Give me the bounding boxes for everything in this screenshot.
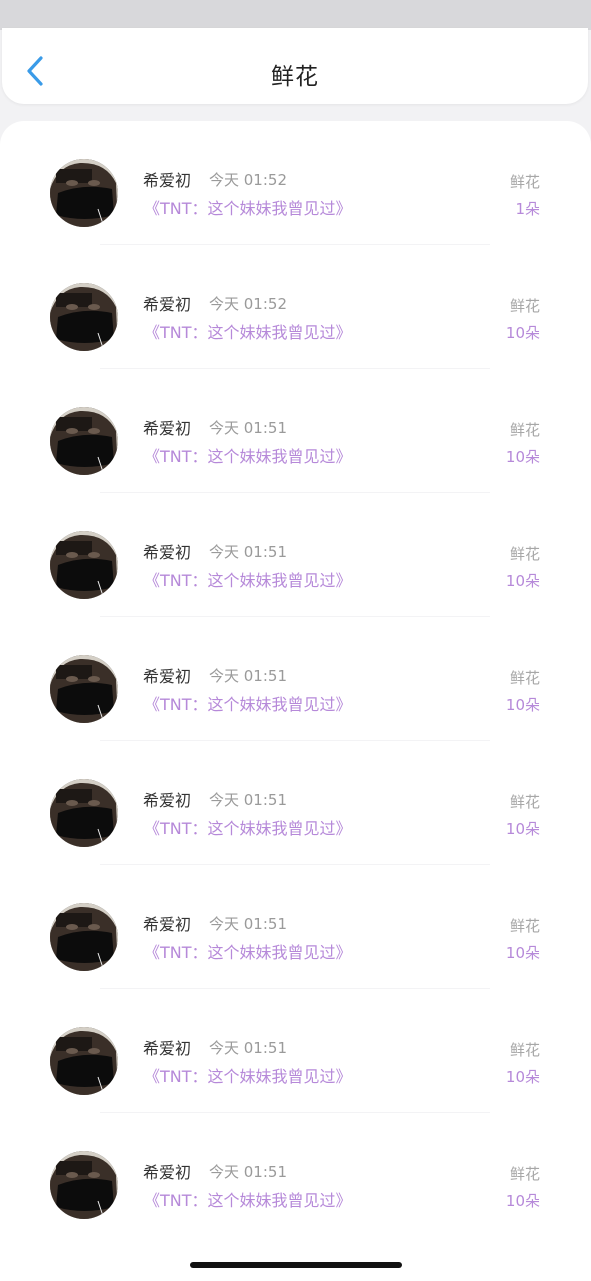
avatar[interactable] [50,1027,118,1095]
flower-count: 10朵 [505,696,540,714]
flower-count: 10朵 [505,572,540,590]
user-name: 希爱初 [143,1163,192,1182]
gift-type-label: 鲜花 [509,793,540,811]
book-link[interactable]: 《TNT：这个妹妹我曾见过》 [144,1191,352,1211]
timestamp: 今天 01:51 [209,1163,287,1181]
avatar[interactable] [50,159,118,227]
list-item: 希爱初 今天 01:51 《TNT：这个妹妹我曾见过》 鲜花 10朵 [0,989,591,1113]
flower-count: 1朵 [515,200,540,218]
page-title: 鲜花 [271,64,319,90]
user-name: 希爱初 [143,295,192,314]
status-bar [0,0,591,30]
gift-type-label: 鲜花 [509,1041,540,1059]
user-name: 希爱初 [143,171,192,190]
gift-type-label: 鲜花 [509,917,540,935]
user-name: 希爱初 [143,791,192,810]
avatar[interactable] [50,1151,118,1219]
home-indicator[interactable] [190,1262,402,1268]
timestamp: 今天 01:51 [209,419,287,437]
avatar[interactable] [50,903,118,971]
user-name: 希爱初 [143,543,192,562]
flower-record-list: 希爱初 今天 01:52 《TNT：这个妹妹我曾见过》 鲜花 1朵 希爱初 今天… [0,121,591,1281]
timestamp: 今天 01:51 [209,791,287,809]
flower-count: 10朵 [505,820,540,838]
book-link[interactable]: 《TNT：这个妹妹我曾见过》 [144,1067,352,1087]
timestamp: 今天 01:51 [209,1039,287,1057]
timestamp: 今天 01:51 [209,915,287,933]
flower-count: 10朵 [505,324,540,342]
list-item: 希爱初 今天 01:51 《TNT：这个妹妹我曾见过》 鲜花 10朵 [0,617,591,741]
user-name: 希爱初 [143,915,192,934]
book-link[interactable]: 《TNT：这个妹妹我曾见过》 [144,199,352,219]
nav-header: 鲜花 [2,28,588,104]
list-item: 希爱初 今天 01:51 《TNT：这个妹妹我曾见过》 鲜花 10朵 [0,493,591,617]
user-name: 希爱初 [143,667,192,686]
list-item: 希爱初 今天 01:52 《TNT：这个妹妹我曾见过》 鲜花 10朵 [0,245,591,369]
flower-count: 10朵 [505,1068,540,1086]
book-link[interactable]: 《TNT：这个妹妹我曾见过》 [144,943,352,963]
list-item: 希爱初 今天 01:51 《TNT：这个妹妹我曾见过》 鲜花 10朵 [0,865,591,989]
gift-type-label: 鲜花 [509,297,540,315]
avatar[interactable] [50,779,118,847]
flower-count: 10朵 [505,448,540,466]
list-item: 希爱初 今天 01:52 《TNT：这个妹妹我曾见过》 鲜花 1朵 [0,121,591,245]
gift-type-label: 鲜花 [509,1165,540,1183]
flower-count: 10朵 [505,1192,540,1210]
book-link[interactable]: 《TNT：这个妹妹我曾见过》 [144,323,352,343]
avatar[interactable] [50,407,118,475]
gift-type-label: 鲜花 [509,173,540,191]
avatar[interactable] [50,283,118,351]
list-item: 希爱初 今天 01:51 《TNT：这个妹妹我曾见过》 鲜花 10朵 [0,1113,591,1237]
timestamp: 今天 01:52 [209,171,287,189]
book-link[interactable]: 《TNT：这个妹妹我曾见过》 [144,571,352,591]
book-link[interactable]: 《TNT：这个妹妹我曾见过》 [144,819,352,839]
user-name: 希爱初 [143,419,192,438]
book-link[interactable]: 《TNT：这个妹妹我曾见过》 [144,695,352,715]
book-link[interactable]: 《TNT：这个妹妹我曾见过》 [144,447,352,467]
avatar[interactable] [50,655,118,723]
timestamp: 今天 01:52 [209,295,287,313]
timestamp: 今天 01:51 [209,667,287,685]
gift-type-label: 鲜花 [509,545,540,563]
user-name: 希爱初 [143,1039,192,1058]
list-item: 希爱初 今天 01:51 《TNT：这个妹妹我曾见过》 鲜花 10朵 [0,741,591,865]
avatar[interactable] [50,531,118,599]
gift-type-label: 鲜花 [509,669,540,687]
list-item: 希爱初 今天 01:51 《TNT：这个妹妹我曾见过》 鲜花 10朵 [0,369,591,493]
timestamp: 今天 01:51 [209,543,287,561]
gift-type-label: 鲜花 [509,421,540,439]
flower-count: 10朵 [505,944,540,962]
